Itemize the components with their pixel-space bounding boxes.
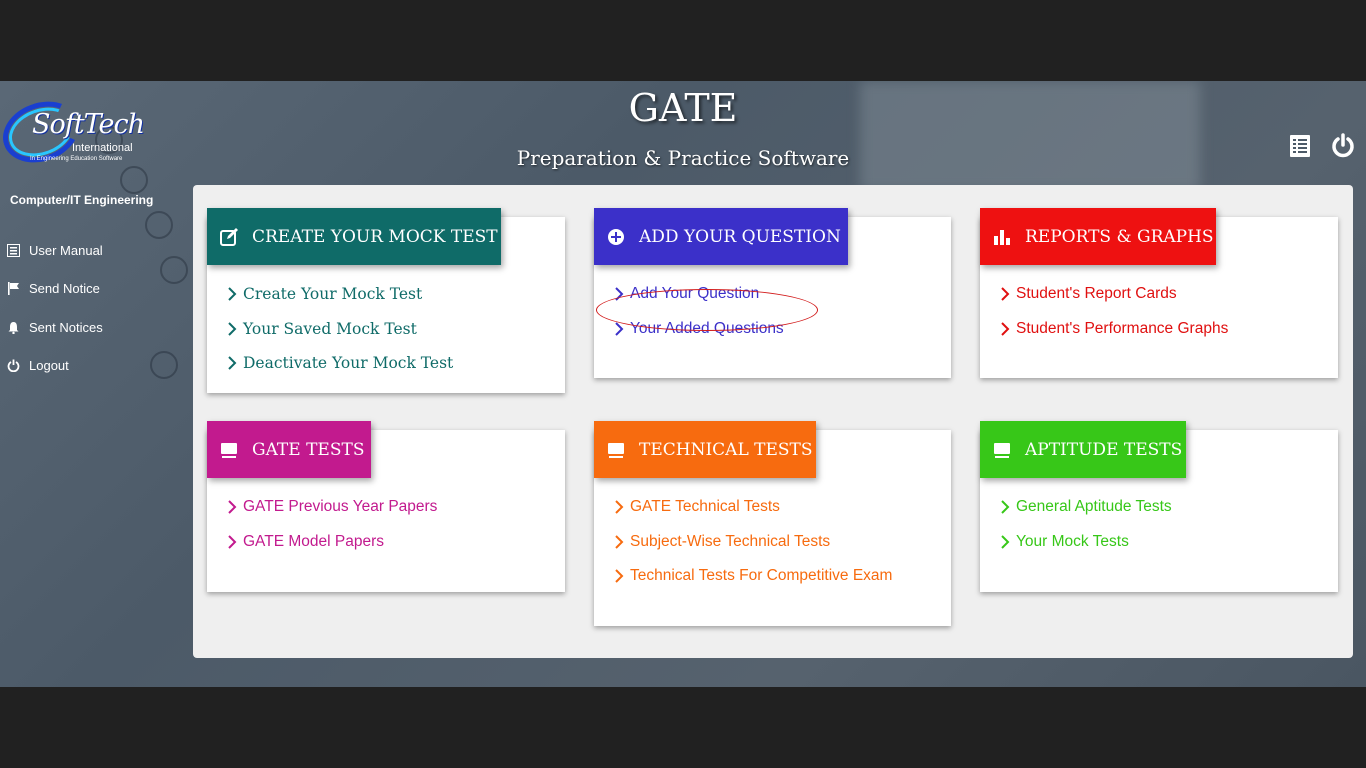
link-label: General Aptitude Tests (1016, 498, 1172, 516)
card-aptitude-tests: APTITUDE TESTS General Aptitude Tests Yo… (980, 421, 1338, 592)
link-student-report-cards[interactable]: Student's Report Cards (998, 277, 1228, 312)
chevron-right-icon (612, 568, 626, 584)
edit-icon (219, 227, 239, 247)
card-title: GATE TESTS (252, 439, 365, 460)
link-your-mock-tests[interactable]: Your Mock Tests (998, 525, 1172, 560)
bar-chart-icon (992, 227, 1012, 247)
main-panel: CREATE YOUR MOCK TEST Create Your Mock T… (193, 185, 1353, 658)
chevron-right-icon (998, 534, 1012, 550)
card-title: REPORTS & GRAPHS (1025, 226, 1214, 247)
power-icon[interactable] (1330, 133, 1356, 159)
background-bubble (120, 166, 148, 194)
bell-icon (6, 320, 20, 334)
link-label: Your Saved Mock Test (243, 319, 417, 338)
card-title: CREATE YOUR MOCK TEST (252, 226, 498, 247)
list-icon[interactable] (1287, 133, 1313, 159)
plus-circle-icon (606, 227, 626, 247)
flag-icon (6, 282, 20, 296)
chevron-right-icon (225, 534, 239, 550)
link-technical-tests-competitive-exam[interactable]: Technical Tests For Competitive Exam (612, 559, 892, 594)
list-icon (6, 243, 20, 257)
card-gate-tests: GATE TESTS GATE Previous Year Papers GAT… (207, 421, 565, 592)
card-header-technical-tests[interactable]: TECHNICAL TESTS (594, 421, 816, 478)
link-deactivate-mock-test[interactable]: Deactivate Your Mock Test (225, 346, 453, 381)
link-label: GATE Previous Year Papers (243, 498, 438, 516)
department-label: Computer/IT Engineering (10, 193, 154, 207)
chevron-right-icon (225, 321, 239, 337)
sidebar: Computer/IT Engineering User Manual Send… (0, 193, 180, 385)
link-label: Student's Report Cards (1016, 285, 1177, 303)
sidebar-item-label: Send Notice (29, 281, 100, 297)
sidebar-item-label: Sent Notices (29, 319, 103, 335)
link-gate-model-papers[interactable]: GATE Model Papers (225, 525, 437, 560)
card-header-add-question[interactable]: ADD YOUR QUESTION (594, 208, 848, 265)
power-icon (6, 359, 20, 373)
chevron-right-icon (998, 286, 1012, 302)
app-subtitle: Preparation & Practice Software (516, 146, 850, 170)
card-header-create-mock-test[interactable]: CREATE YOUR MOCK TEST (207, 208, 501, 265)
sidebar-item-user-manual[interactable]: User Manual (0, 231, 180, 270)
card-create-mock-test: CREATE YOUR MOCK TEST Create Your Mock T… (207, 208, 565, 393)
link-label: Technical Tests For Competitive Exam (630, 567, 893, 585)
link-label: GATE Model Papers (243, 532, 384, 550)
card-title: TECHNICAL TESTS (639, 439, 813, 460)
link-label: Deactivate Your Mock Test (243, 354, 454, 373)
card-title: APTITUDE TESTS (1025, 439, 1183, 460)
chevron-right-icon (225, 286, 239, 302)
chevron-right-icon (612, 499, 626, 515)
chevron-right-icon (225, 355, 239, 371)
link-create-mock-test[interactable]: Create Your Mock Test (225, 277, 453, 312)
sidebar-item-label: Logout (29, 358, 69, 374)
link-label: Subject-Wise Technical Tests (630, 532, 831, 550)
link-label: Your Mock Tests (1016, 532, 1129, 550)
card-header-reports-graphs[interactable]: REPORTS & GRAPHS (980, 208, 1216, 265)
link-saved-mock-test[interactable]: Your Saved Mock Test (225, 312, 453, 347)
desktop-icon (992, 440, 1012, 460)
link-label: Student's Performance Graphs (1016, 319, 1229, 337)
card-technical-tests: TECHNICAL TESTS GATE Technical Tests Sub… (594, 421, 951, 626)
card-header-gate-tests[interactable]: GATE TESTS (207, 421, 371, 478)
card-reports-graphs: REPORTS & GRAPHS Student's Report Cards … (980, 208, 1338, 378)
link-label: GATE Technical Tests (630, 498, 780, 516)
sidebar-item-label: User Manual (29, 242, 103, 258)
card-title: ADD YOUR QUESTION (639, 226, 841, 247)
sidebar-item-sent-notices[interactable]: Sent Notices (0, 308, 180, 347)
sidebar-item-send-notice[interactable]: Send Notice (0, 270, 180, 309)
desktop-icon (219, 440, 239, 460)
chevron-right-icon (225, 499, 239, 515)
chevron-right-icon (612, 534, 626, 550)
link-gate-previous-year-papers[interactable]: GATE Previous Year Papers (225, 490, 437, 525)
desktop-icon (606, 440, 626, 460)
app-background: SoftTech International In Engineering Ed… (0, 81, 1366, 687)
sidebar-item-logout[interactable]: Logout (0, 347, 180, 386)
app-title: GATE (628, 86, 738, 130)
link-gate-technical-tests[interactable]: GATE Technical Tests (612, 490, 892, 525)
highlight-annotation-ellipse (596, 289, 818, 331)
card-header-aptitude-tests[interactable]: APTITUDE TESTS (980, 421, 1186, 478)
chevron-right-icon (998, 499, 1012, 515)
link-general-aptitude-tests[interactable]: General Aptitude Tests (998, 490, 1172, 525)
chevron-right-icon (998, 321, 1012, 337)
link-student-performance-graphs[interactable]: Student's Performance Graphs (998, 312, 1228, 347)
link-subject-wise-technical-tests[interactable]: Subject-Wise Technical Tests (612, 525, 892, 560)
link-label: Create Your Mock Test (243, 285, 423, 304)
